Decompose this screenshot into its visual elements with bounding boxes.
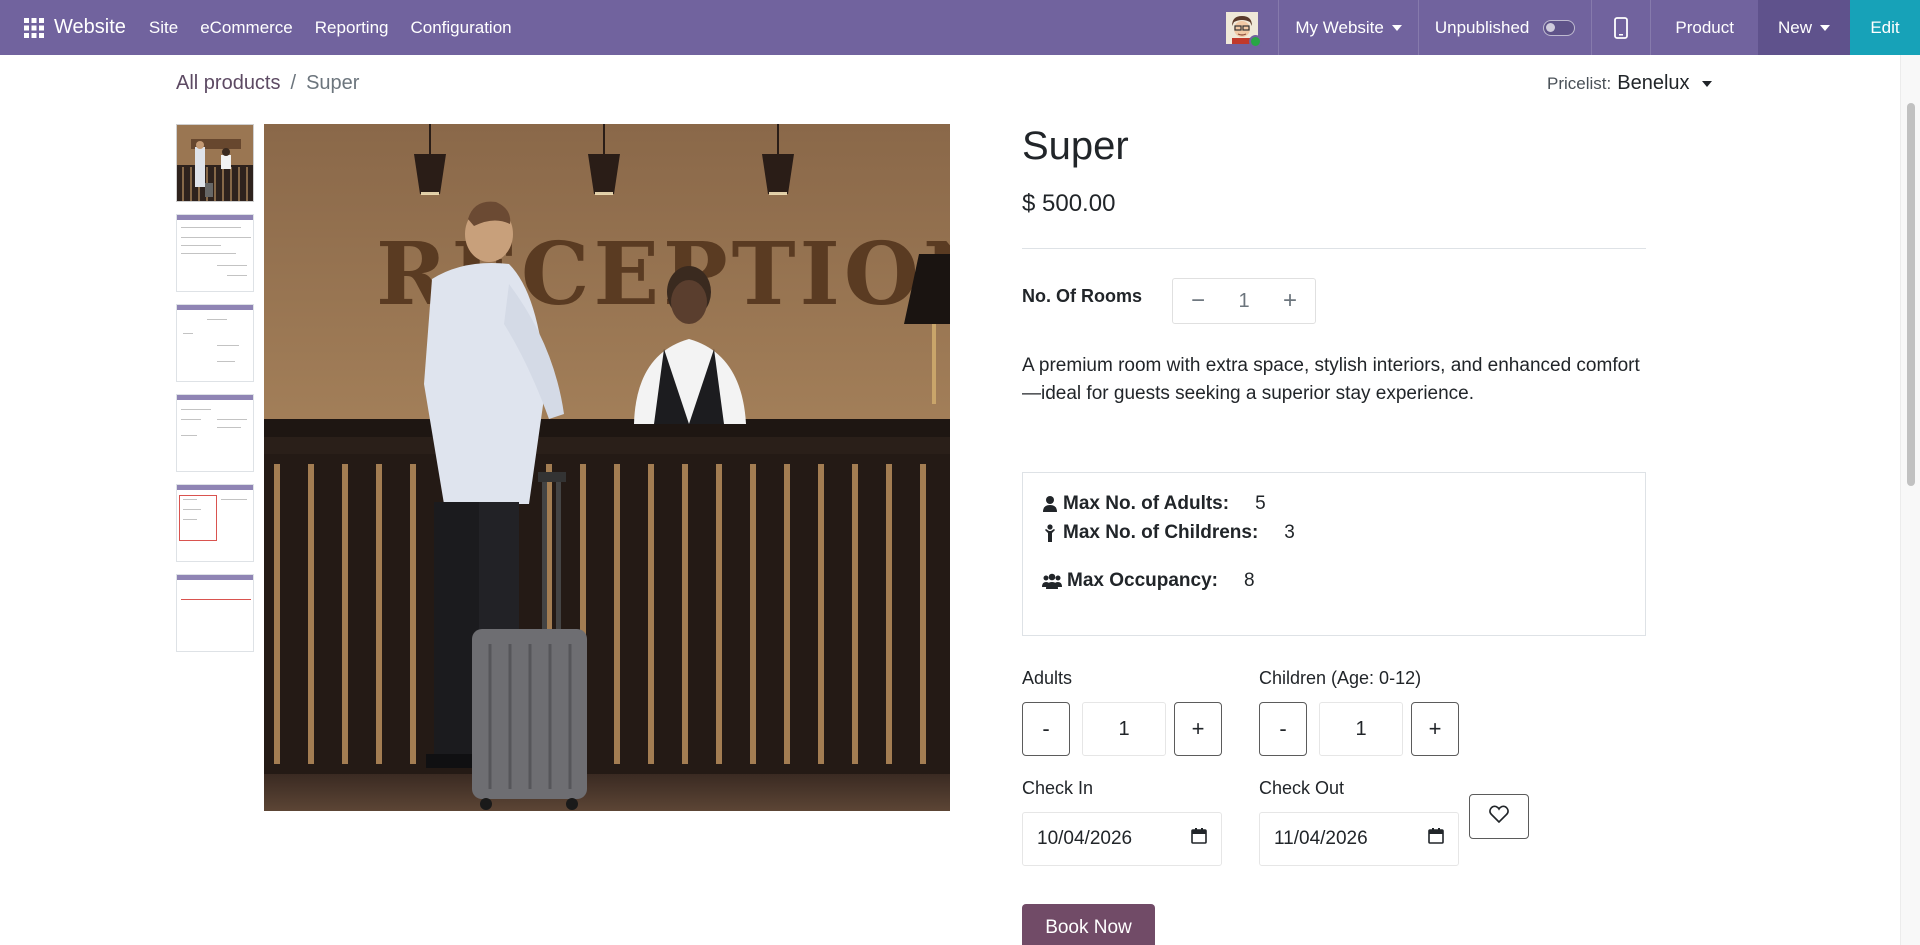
menu-reporting[interactable]: Reporting: [304, 18, 400, 38]
pricelist-selector[interactable]: Pricelist: Benelux: [1547, 72, 1712, 95]
rooms-stepper: − 1 +: [1172, 278, 1316, 324]
mobile-preview-icon[interactable]: [1592, 16, 1650, 39]
menu-ecommerce[interactable]: eCommerce: [189, 18, 304, 38]
chevron-down-icon: [1391, 24, 1402, 31]
image-thumbnails: [176, 124, 254, 664]
website-selector[interactable]: My Website: [1279, 18, 1418, 38]
thumbnail-1[interactable]: [176, 124, 254, 202]
new-button-label: New: [1777, 17, 1812, 37]
menu-site[interactable]: Site: [138, 18, 189, 38]
breadcrumb-all-products[interactable]: All products: [176, 72, 281, 95]
add-to-wishlist-button[interactable]: [1469, 794, 1529, 839]
checkout-date-input[interactable]: 11/04/2026: [1259, 812, 1459, 866]
new-button[interactable]: New: [1757, 0, 1850, 55]
menu-configuration[interactable]: Configuration: [400, 18, 523, 38]
breadcrumb: All products / Super: [176, 72, 359, 95]
children-increment-button[interactable]: +: [1411, 702, 1459, 756]
thumbnail-2[interactable]: [176, 214, 254, 292]
publish-toggle[interactable]: Unpublished: [1419, 18, 1592, 38]
chevron-down-icon: [1701, 80, 1712, 87]
chevron-down-icon: [1820, 24, 1830, 31]
book-now-button[interactable]: Book Now: [1022, 904, 1155, 945]
capacity-info-box: Max No. of Adults: 5 Max No. of Children…: [1022, 472, 1646, 636]
max-children-row: Max No. of Childrens: 3: [1041, 522, 1295, 544]
max-adults-row: Max No. of Adults: 5: [1041, 493, 1266, 515]
calendar-icon[interactable]: [1191, 828, 1207, 850]
calendar-icon[interactable]: [1428, 828, 1444, 850]
apps-menu-icon[interactable]: [18, 12, 50, 44]
pricelist-value: Benelux: [1617, 72, 1690, 94]
topbar-right: My Website Unpublished Product New Edit: [1226, 0, 1920, 55]
breadcrumb-separator: /: [290, 72, 297, 94]
page-scrollbar[interactable]: [1900, 55, 1920, 945]
thumbnail-3[interactable]: [176, 304, 254, 382]
online-status-dot: [1249, 34, 1263, 48]
checkin-date-input[interactable]: 10/04/2026: [1022, 812, 1222, 866]
user-avatar[interactable]: [1226, 11, 1263, 48]
max-occupancy-value: 8: [1244, 570, 1255, 591]
checkout-label: Check Out: [1259, 778, 1345, 798]
adults-label: Adults: [1022, 668, 1073, 688]
max-occupancy-label: Max Occupancy:: [1067, 570, 1218, 591]
adults-decrement-button[interactable]: -: [1022, 702, 1070, 756]
product-price: $ 500.00: [1022, 190, 1116, 217]
edit-button[interactable]: Edit: [1850, 0, 1920, 55]
product-title: Super: [1022, 124, 1129, 168]
users-group-icon: [1041, 572, 1063, 590]
main-product-image[interactable]: RECEPTION: [264, 124, 950, 811]
website-selector-label: My Website: [1295, 17, 1384, 37]
product-menu-button[interactable]: Product: [1651, 0, 1758, 55]
breadcrumb-current: Super: [306, 72, 360, 94]
divider: [1022, 248, 1646, 249]
children-input[interactable]: 1: [1319, 702, 1403, 756]
publish-status-label: Unpublished: [1434, 17, 1530, 37]
max-adults-label: Max No. of Adults:: [1063, 493, 1230, 514]
rooms-increment-button[interactable]: +: [1283, 287, 1297, 315]
max-occupancy-row: Max Occupancy: 8: [1041, 570, 1255, 592]
rooms-label: No. Of Rooms: [1022, 286, 1142, 306]
adults-increment-button[interactable]: +: [1174, 702, 1222, 756]
scrollbar-thumb[interactable]: [1907, 103, 1915, 486]
user-icon: [1041, 495, 1059, 513]
adults-input[interactable]: 1: [1082, 702, 1166, 756]
max-adults-value: 5: [1255, 493, 1266, 514]
product-description: A premium room with extra space, stylish…: [1022, 355, 1640, 404]
top-navbar: Website Site eCommerce Reporting Configu…: [0, 0, 1920, 55]
children-decrement-button[interactable]: -: [1259, 702, 1307, 756]
pricelist-label: Pricelist:: [1547, 73, 1612, 93]
max-children-value: 3: [1284, 522, 1295, 543]
thumbnail-5[interactable]: [176, 484, 254, 562]
children-label: Children (Age: 0-12): [1259, 668, 1422, 688]
thumbnail-4[interactable]: [176, 394, 254, 472]
rooms-decrement-button[interactable]: −: [1191, 287, 1205, 315]
heart-icon: [1489, 805, 1509, 828]
checkout-date-value: 11/04/2026: [1274, 828, 1368, 849]
checkin-date-value: 10/04/2026: [1037, 828, 1133, 849]
checkin-label: Check In: [1022, 778, 1094, 798]
thumbnail-6[interactable]: [176, 574, 254, 652]
rooms-value[interactable]: 1: [1238, 290, 1249, 313]
toggle-switch[interactable]: [1543, 19, 1576, 36]
max-children-label: Max No. of Childrens:: [1063, 522, 1259, 543]
app-brand[interactable]: Website: [54, 16, 126, 39]
child-icon: [1041, 524, 1059, 542]
